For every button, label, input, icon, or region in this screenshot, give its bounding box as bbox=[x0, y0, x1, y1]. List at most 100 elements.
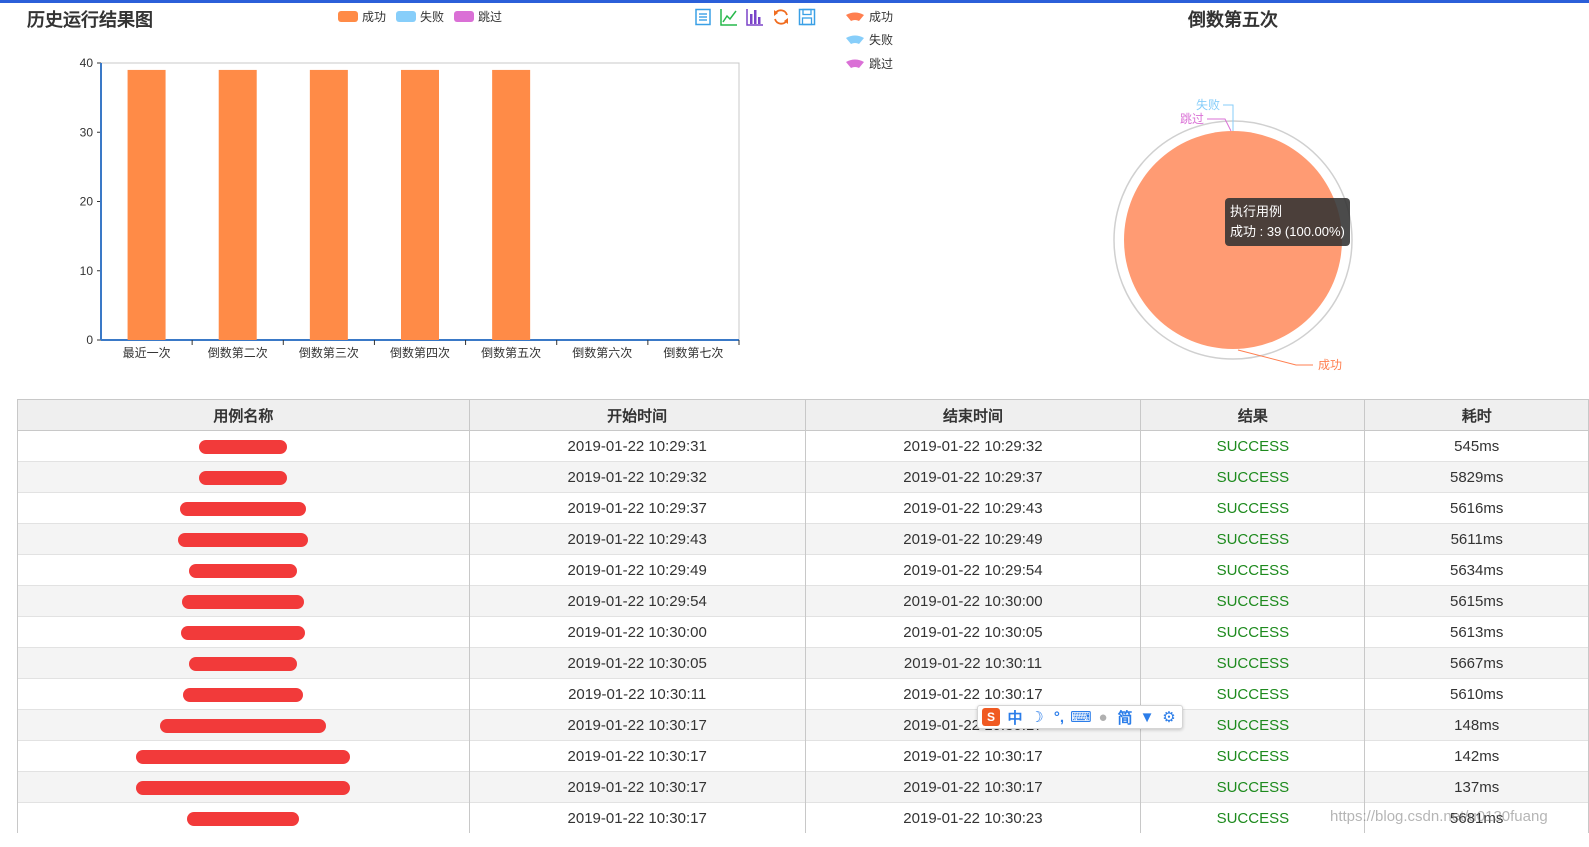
redacted-case-name bbox=[189, 563, 298, 578]
cell-start-time: 2019-01-22 10:29:49 bbox=[468, 554, 806, 586]
pie-label-line-fail bbox=[1223, 104, 1234, 131]
cell-end-time: 2019-01-22 10:30:00 bbox=[804, 585, 1142, 617]
cell-start-time: 2019-01-22 10:29:43 bbox=[468, 523, 806, 555]
cell-result: SUCCESS bbox=[1140, 523, 1366, 555]
pie-legend-label-skip: 跳过 bbox=[869, 57, 894, 71]
ime-toolbar[interactable]: S 中 ☽ °, ⌨ ● 简 ▼ ⚙ bbox=[977, 705, 1183, 729]
user-icon[interactable]: ● bbox=[1092, 709, 1114, 726]
bar-success[interactable] bbox=[218, 69, 257, 341]
table-row[interactable]: 2019-01-22 10:30:00 2019-01-22 10:30:05 SU… bbox=[17, 616, 1589, 648]
cell-duration: 137ms bbox=[1364, 771, 1589, 803]
keyboard-icon[interactable]: ⌨ bbox=[1070, 708, 1092, 726]
cell-duration: 5634ms bbox=[1364, 554, 1589, 586]
moon-icon[interactable]: ☽ bbox=[1026, 708, 1048, 726]
table-row[interactable]: 2019-01-22 10:29:49 2019-01-22 10:29:54 SU… bbox=[17, 554, 1589, 586]
table-row[interactable]: 2019-01-22 10:29:54 2019-01-22 10:30:00 SU… bbox=[17, 585, 1589, 617]
cell-duration: 5615ms bbox=[1364, 585, 1589, 617]
redacted-case-name bbox=[160, 718, 327, 733]
cell-start-time: 2019-01-22 10:30:17 bbox=[468, 740, 806, 772]
bar-success[interactable] bbox=[401, 69, 439, 341]
punctuation-icon[interactable]: °, bbox=[1048, 709, 1070, 726]
col-header-end-time[interactable]: 结束时间 bbox=[804, 399, 1142, 431]
cell-start-time: 2019-01-22 10:30:17 bbox=[468, 709, 806, 741]
cell-end-time: 2019-01-22 10:30:17 bbox=[804, 771, 1142, 803]
table-row[interactable]: 2019-01-22 10:30:17 2019-01-22 10:30:17 SU… bbox=[17, 771, 1589, 803]
cell-duration: 5613ms bbox=[1364, 616, 1589, 648]
pie-label-fail: 失败 bbox=[1196, 97, 1220, 112]
cell-case-name bbox=[17, 523, 470, 555]
cell-start-time: 2019-01-22 10:30:11 bbox=[468, 678, 806, 710]
y-tick-label: 0 bbox=[86, 333, 93, 347]
col-header-duration[interactable]: 耗时 bbox=[1364, 399, 1589, 431]
table-row[interactable]: 2019-01-22 10:30:17 2019-01-22 10:30:17 SU… bbox=[17, 740, 1589, 772]
cell-start-time: 2019-01-22 10:30:05 bbox=[468, 647, 806, 679]
redacted-case-name bbox=[199, 439, 288, 454]
redacted-case-name bbox=[182, 594, 305, 609]
x-tick-label: 倒数第六次 bbox=[572, 345, 632, 360]
table-row[interactable]: 2019-01-22 10:29:37 2019-01-22 10:29:43 SU… bbox=[17, 492, 1589, 524]
table-body: 2019-01-22 10:29:31 2019-01-22 10:29:32 SU… bbox=[17, 430, 1589, 833]
pie-legend-item-fail[interactable]: 失败 bbox=[845, 31, 893, 48]
cell-case-name bbox=[17, 585, 470, 617]
cell-start-time: 2019-01-22 10:30:17 bbox=[468, 802, 806, 833]
pie-legend-label-success: 成功 bbox=[869, 10, 894, 24]
cell-duration: 5616ms bbox=[1364, 492, 1589, 524]
pie-legend-swatch-success bbox=[846, 12, 864, 21]
cell-result: SUCCESS bbox=[1140, 430, 1366, 462]
pie-label-success: 成功 bbox=[1318, 358, 1342, 372]
save-image-icon[interactable] bbox=[797, 7, 817, 27]
cell-result: SUCCESS bbox=[1140, 554, 1366, 586]
pie-legend-item-success[interactable]: 成功 bbox=[845, 8, 893, 25]
pie-chart-title: 倒数第五次 bbox=[1188, 10, 1278, 30]
cell-end-time: 2019-01-22 10:29:37 bbox=[804, 461, 1142, 493]
watermark: https://blog.csdn.net/u0130fuang bbox=[1330, 808, 1548, 825]
cell-duration: 545ms bbox=[1364, 430, 1589, 462]
bar-chart: 0 10 20 30 40 最近一次 倒数第二次 倒数第三次 倒数第四次 倒数第五次 倒数第六次 倒数… bbox=[80, 56, 740, 360]
skin-shirt-icon[interactable]: ▼ bbox=[1136, 709, 1158, 726]
cell-end-time: 2019-01-22 10:29:43 bbox=[804, 492, 1142, 524]
cell-case-name bbox=[17, 430, 470, 462]
redacted-case-name bbox=[178, 532, 309, 547]
ime-charset-label[interactable]: 简 bbox=[1114, 707, 1136, 728]
restore-icon[interactable] bbox=[771, 7, 791, 27]
tooltip-title: 执行用例 bbox=[1230, 204, 1283, 219]
ime-logo-icon[interactable]: S bbox=[982, 708, 1000, 726]
col-header-start-time[interactable]: 开始时间 bbox=[468, 399, 806, 431]
y-tick-label: 10 bbox=[80, 264, 94, 278]
cell-end-time: 2019-01-22 10:30:05 bbox=[804, 616, 1142, 648]
cell-end-time: 2019-01-22 10:29:54 bbox=[804, 554, 1142, 586]
cell-case-name bbox=[17, 740, 470, 772]
col-header-result[interactable]: 结果 bbox=[1140, 399, 1366, 431]
cell-duration: 5829ms bbox=[1364, 461, 1589, 493]
cell-case-name bbox=[17, 678, 470, 710]
pie-legend-item-skip[interactable]: 跳过 bbox=[845, 55, 893, 72]
table-row[interactable]: 2019-01-22 10:30:11 2019-01-22 10:30:17 SU… bbox=[17, 678, 1589, 710]
results-table: 用例名称 开始时间 结束时间 结果 耗时 2019-01-22 10:29:31… bbox=[17, 399, 1589, 833]
redacted-case-name bbox=[183, 687, 304, 702]
bar-success[interactable] bbox=[492, 69, 531, 341]
settings-gear-icon[interactable]: ⚙ bbox=[1158, 708, 1180, 726]
cell-end-time: 2019-01-22 10:30:23 bbox=[804, 802, 1142, 833]
table-row[interactable]: 2019-01-22 10:29:32 2019-01-22 10:29:37 SU… bbox=[17, 461, 1589, 493]
cell-result: SUCCESS bbox=[1140, 740, 1366, 772]
ime-mode-label[interactable]: 中 bbox=[1004, 707, 1026, 728]
col-header-case-name[interactable]: 用例名称 bbox=[17, 399, 470, 431]
x-tick-label: 倒数第四次 bbox=[390, 345, 450, 360]
cell-case-name bbox=[17, 709, 470, 741]
table-row[interactable]: 2019-01-22 10:29:43 2019-01-22 10:29:49 SU… bbox=[17, 523, 1589, 555]
cell-start-time: 2019-01-22 10:29:54 bbox=[468, 585, 806, 617]
cell-start-time: 2019-01-22 10:30:00 bbox=[468, 616, 806, 648]
cell-result: SUCCESS bbox=[1140, 616, 1366, 648]
cell-result: SUCCESS bbox=[1140, 461, 1366, 493]
cell-end-time: 2019-01-22 10:30:17 bbox=[804, 740, 1142, 772]
cell-start-time: 2019-01-22 10:29:37 bbox=[468, 492, 806, 524]
table-row[interactable]: 2019-01-22 10:30:17 2019-01-22 10:30:17 SU… bbox=[17, 709, 1589, 741]
bar-success[interactable] bbox=[127, 69, 166, 341]
table-row[interactable]: 2019-01-22 10:30:05 2019-01-22 10:30:11 SU… bbox=[17, 647, 1589, 679]
table-row[interactable]: 2019-01-22 10:29:31 2019-01-22 10:29:32 SU… bbox=[17, 430, 1589, 462]
bar-success[interactable] bbox=[309, 69, 348, 341]
cell-start-time: 2019-01-22 10:29:31 bbox=[468, 430, 806, 462]
cell-end-time: 2019-01-22 10:30:11 bbox=[804, 647, 1142, 679]
redacted-case-name bbox=[199, 470, 288, 485]
cell-result: SUCCESS bbox=[1140, 647, 1366, 679]
